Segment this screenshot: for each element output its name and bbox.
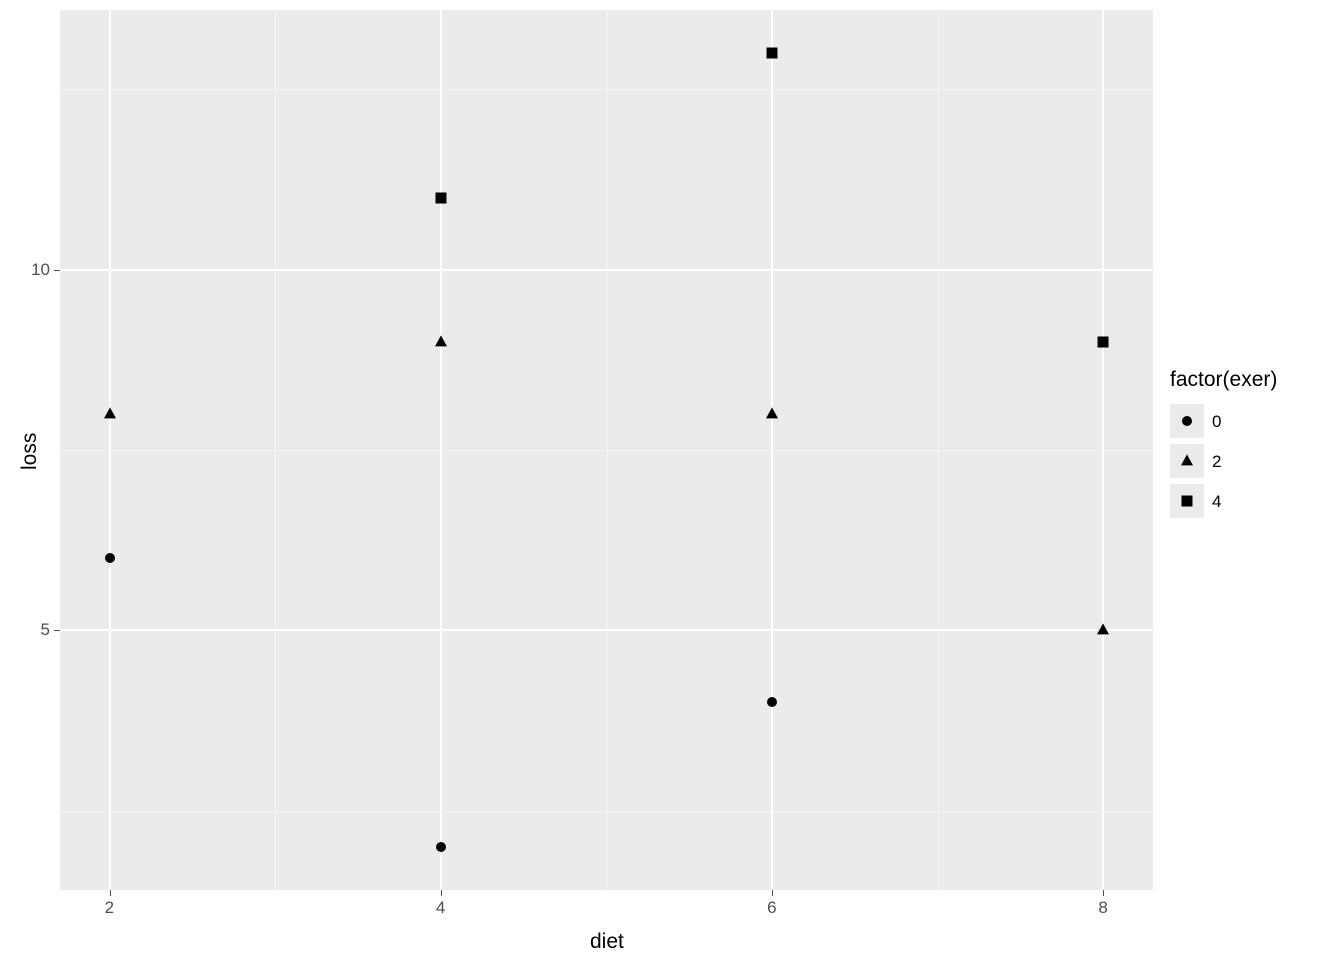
gridline-minor-v	[275, 10, 276, 890]
square-icon	[1182, 496, 1193, 507]
x-tick-mark	[441, 890, 442, 896]
x-tick-label: 8	[1098, 898, 1107, 918]
gridline-major-v	[440, 10, 442, 890]
gridline-minor-v	[607, 10, 608, 890]
data-point	[767, 697, 777, 707]
legend-label: 0	[1212, 412, 1221, 432]
x-tick-label: 4	[436, 898, 445, 918]
legend-key	[1170, 444, 1204, 478]
gridline-major-v	[1102, 10, 1104, 890]
x-tick-mark	[110, 890, 111, 896]
data-point	[436, 842, 446, 852]
legend-title: factor(exer)	[1170, 368, 1277, 392]
data-point	[766, 407, 778, 418]
gridline-major-h	[60, 629, 1153, 631]
gridline-minor-v	[938, 10, 939, 890]
x-axis-title: diet	[590, 930, 624, 954]
legend-key	[1170, 404, 1204, 438]
x-tick-label: 2	[105, 898, 114, 918]
y-tick-label: 10	[31, 260, 50, 280]
plot-panel	[60, 10, 1153, 890]
data-point	[1098, 336, 1109, 347]
y-axis-title: loss	[18, 433, 42, 470]
x-tick-label: 6	[767, 898, 776, 918]
data-point	[105, 553, 115, 563]
legend-key	[1170, 484, 1204, 518]
data-point	[1097, 624, 1109, 635]
y-tick-label: 5	[41, 620, 50, 640]
legend-label: 4	[1212, 492, 1221, 512]
legend-label: 2	[1212, 452, 1221, 472]
triangle-icon	[1181, 454, 1193, 465]
data-point	[435, 192, 446, 203]
chart-container: loss diet factor(exer) 0 2 4 5 10 2 4 6 8	[0, 0, 1344, 960]
gridline-major-v	[109, 10, 111, 890]
gridline-major-v	[771, 10, 773, 890]
data-point	[435, 335, 447, 346]
y-tick-mark	[54, 270, 60, 271]
data-point	[767, 48, 778, 59]
circle-icon	[1182, 416, 1192, 426]
y-tick-mark	[54, 630, 60, 631]
data-point	[104, 407, 116, 418]
legend: factor(exer) 0 2 4	[1170, 368, 1330, 568]
x-tick-mark	[1103, 890, 1104, 896]
x-tick-mark	[772, 890, 773, 896]
gridline-major-h	[60, 269, 1153, 271]
